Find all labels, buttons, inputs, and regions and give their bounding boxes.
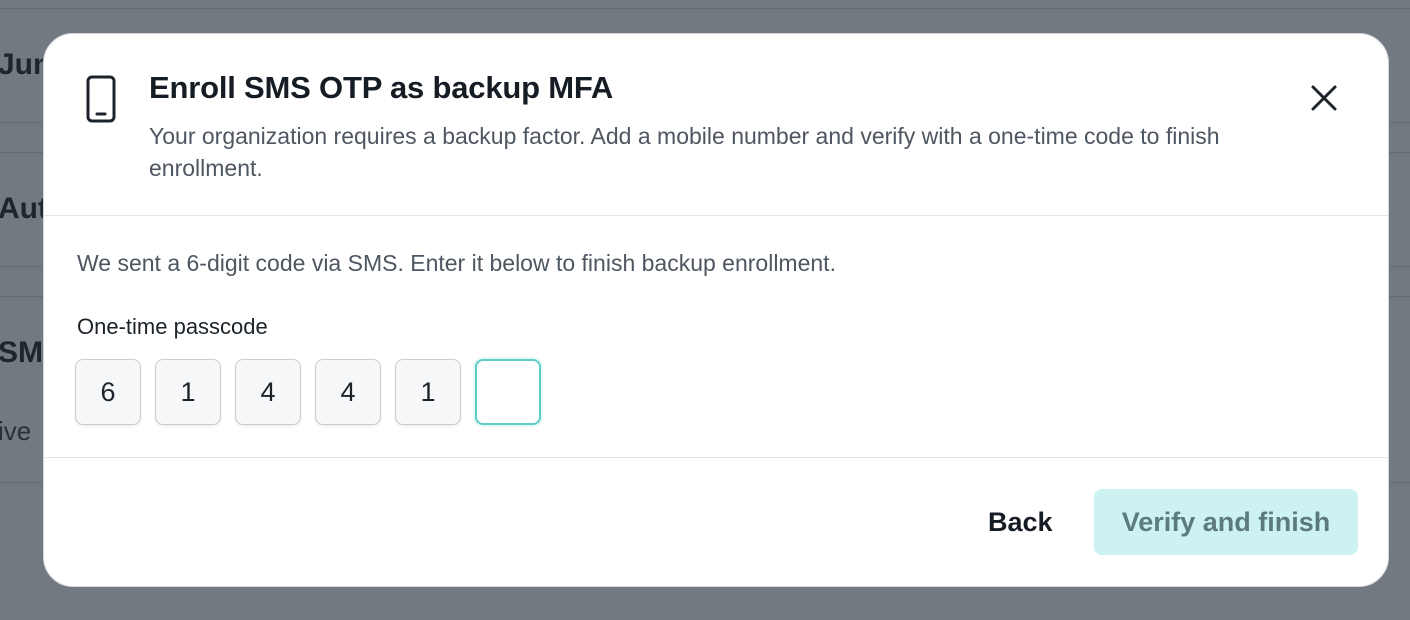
phone-icon <box>85 75 117 123</box>
otp-digit-6[interactable] <box>475 359 541 425</box>
dialog-header: Enroll SMS OTP as backup MFA Your organi… <box>44 34 1388 216</box>
background-text-fragment: ive <box>0 416 32 446</box>
verify-and-finish-button[interactable]: Verify and finish <box>1094 489 1358 555</box>
otp-digit-1[interactable] <box>75 359 141 425</box>
dialog-description: Your organization requires a backup fact… <box>149 123 1220 181</box>
otp-digit-5[interactable] <box>395 359 461 425</box>
dialog-body: We sent a 6-digit code via SMS. Enter it… <box>44 216 1388 458</box>
otp-field-label: One-time passcode <box>77 314 268 339</box>
background-text-fragment: Aut <box>0 192 48 225</box>
instruction-text: We sent a 6-digit code via SMS. Enter it… <box>77 250 836 276</box>
otp-digit-3[interactable] <box>235 359 301 425</box>
background-divider <box>0 8 1410 9</box>
otp-digit-2[interactable] <box>155 359 221 425</box>
otp-input-group <box>75 359 555 425</box>
dialog-title: Enroll SMS OTP as backup MFA <box>149 70 614 105</box>
enroll-sms-dialog: Enroll SMS OTP as backup MFA Your organi… <box>43 33 1389 587</box>
otp-digit-4[interactable] <box>315 359 381 425</box>
back-button[interactable]: Back <box>974 489 1067 555</box>
close-button[interactable] <box>1304 80 1344 120</box>
close-icon <box>1310 84 1338 117</box>
dialog-footer: Back Verify and finish <box>44 458 1388 586</box>
